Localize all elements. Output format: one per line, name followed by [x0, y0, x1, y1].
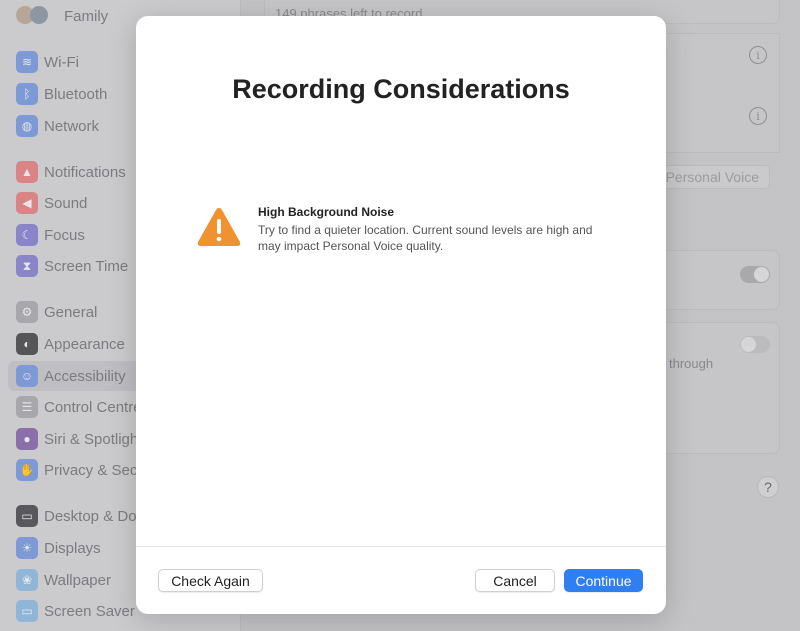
hourglass-icon: ⧗ — [16, 255, 38, 277]
toggle-off[interactable] — [740, 336, 770, 353]
sidebar-item-label: Accessibility — [44, 367, 126, 385]
personal-voice-label: Personal Voice — [665, 169, 759, 185]
sidebar-item-label: Displays — [44, 539, 101, 557]
help-label: ? — [764, 479, 772, 495]
warning-title: High Background Noise — [258, 205, 395, 219]
recording-considerations-dialog: Recording Considerations High Background… — [136, 16, 666, 614]
description-text: through — [669, 356, 714, 371]
dialog-title: Recording Considerations — [232, 74, 570, 104]
continue-button[interactable]: Continue — [564, 569, 643, 592]
accessibility-icon: ☺ — [16, 365, 38, 387]
screensaver-icon: ▭ — [16, 600, 38, 622]
avatar — [16, 6, 50, 26]
sidebar-item-label: Control Centre — [44, 398, 142, 416]
bell-icon: ▲ — [16, 161, 38, 183]
appearance-icon: ◐ — [16, 333, 38, 355]
sidebar-item-label: Screen Saver — [44, 602, 135, 620]
check-again-button[interactable]: Check Again — [158, 569, 263, 592]
moon-icon: ☾ — [16, 224, 38, 246]
warning-description: Try to find a quieter location. Current … — [258, 223, 593, 253]
help-button[interactable]: ? — [757, 476, 779, 498]
globe-icon: ◍ — [16, 115, 38, 137]
sidebar-item-label: Siri & Spotlight — [44, 430, 143, 448]
info-icon[interactable]: i — [749, 107, 767, 125]
sidebar-item-label: Wallpaper — [44, 571, 111, 589]
footer-divider — [136, 546, 666, 547]
sidebar-item-label: Wi-Fi — [44, 53, 79, 71]
toggle-on[interactable] — [740, 266, 770, 283]
info-icon[interactable]: i — [749, 46, 767, 64]
wallpaper-icon: ❀ — [16, 569, 38, 591]
wifi-icon: ≋ — [16, 51, 38, 73]
speaker-icon: ◀ — [16, 192, 38, 214]
hand-icon: ✋ — [16, 459, 38, 481]
warning-icon — [197, 208, 241, 246]
cancel-button[interactable]: Cancel — [475, 569, 555, 592]
sidebar-item-label: Network — [44, 117, 100, 135]
account-label: Family — [64, 7, 109, 25]
sidebar-item-label: Focus — [44, 226, 85, 244]
sidebar-item-label: Appearance — [44, 335, 125, 353]
sidebar-item-label: Screen Time — [44, 257, 129, 275]
gear-icon: ⚙ — [16, 301, 38, 323]
sidebar-item-label: Notifications — [44, 163, 126, 181]
sidebar-item-label: Sound — [44, 194, 88, 212]
desktop-icon: ▭ — [16, 505, 38, 527]
bluetooth-icon: ᛒ — [16, 83, 38, 105]
sun-icon: ☀ — [16, 537, 38, 559]
sidebar-item-label: Bluetooth — [44, 85, 108, 103]
sidebar-item-label: General — [44, 303, 98, 321]
siri-icon: ● — [16, 428, 38, 450]
control-centre-icon: ☰ — [16, 396, 38, 418]
